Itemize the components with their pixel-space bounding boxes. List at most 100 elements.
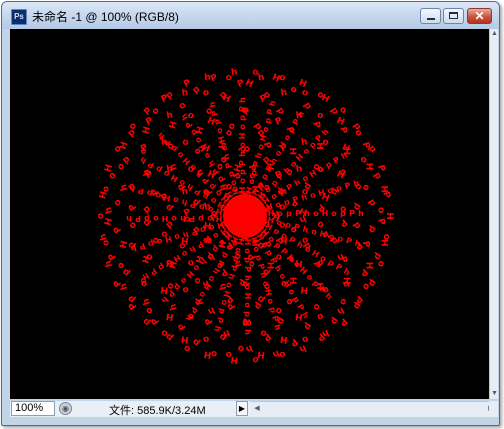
svg-text:P: P bbox=[375, 217, 387, 227]
svg-text:H: H bbox=[119, 141, 131, 151]
artwork-spoke-char: P bbox=[293, 222, 301, 232]
minimize-icon bbox=[427, 18, 435, 20]
artwork-spoke-char: o bbox=[238, 142, 247, 148]
artwork-spoke-char: H bbox=[221, 290, 231, 299]
artwork-spoke-char: p bbox=[335, 183, 343, 193]
svg-text:P: P bbox=[177, 320, 189, 331]
artwork-spoke-char: h bbox=[226, 273, 236, 281]
artwork-spoke-char: p bbox=[238, 169, 247, 175]
artwork-spoke-char: P bbox=[190, 227, 198, 237]
svg-text:h: h bbox=[168, 302, 179, 311]
artwork-spoke-char: P bbox=[215, 316, 225, 324]
artwork-spoke-char: H bbox=[317, 188, 326, 198]
artwork-spoke-char: h bbox=[293, 177, 303, 188]
svg-text:o: o bbox=[360, 183, 371, 192]
artwork-spoke-char: o bbox=[286, 287, 297, 297]
svg-text:P: P bbox=[337, 126, 349, 136]
artwork-spoke-char: o bbox=[153, 214, 159, 223]
artwork-spoke-char: h bbox=[238, 151, 247, 157]
svg-text:o: o bbox=[202, 88, 210, 99]
status-menu-arrow[interactable]: ▶ bbox=[236, 401, 248, 416]
scroll-down-icon[interactable]: ▼ bbox=[490, 389, 499, 399]
svg-text:h: h bbox=[166, 111, 174, 122]
photoshop-icon[interactable]: Ps bbox=[11, 9, 27, 25]
svg-text:o: o bbox=[301, 333, 309, 344]
svg-text:P: P bbox=[127, 201, 139, 212]
resize-grip[interactable] bbox=[489, 401, 498, 417]
svg-text:o: o bbox=[225, 349, 233, 360]
svg-text:p: p bbox=[141, 203, 153, 215]
zoom-level-field[interactable]: 100% bbox=[11, 401, 55, 416]
artwork-spoke-char: p bbox=[263, 117, 273, 125]
circle-arrow-icon[interactable]: ◉ bbox=[59, 402, 72, 415]
artwork-spoke-char: h bbox=[243, 329, 252, 335]
vertical-scrollbar[interactable]: ▲ ▼ bbox=[489, 29, 498, 399]
svg-text:o: o bbox=[337, 297, 348, 306]
svg-text:h: h bbox=[244, 342, 254, 354]
minimize-button[interactable] bbox=[420, 8, 441, 24]
artwork-spoke-char: H bbox=[164, 234, 173, 244]
title-bar[interactable]: Ps 未命名 -1 @ 100% (RGB/8) ✕ bbox=[2, 2, 499, 29]
artwork-spoke-char: H bbox=[238, 133, 247, 140]
svg-text:H: H bbox=[203, 348, 212, 359]
artwork-spoke-char: p bbox=[336, 234, 344, 244]
artwork-spoke-char: o bbox=[173, 232, 181, 242]
svg-text:h: h bbox=[206, 304, 216, 316]
document-canvas[interactable]: HopPhoHopPhoHopPhoHopPHopPhoHopPhoHopPho… bbox=[10, 29, 489, 399]
svg-text:P: P bbox=[310, 121, 322, 131]
svg-text:o: o bbox=[139, 148, 149, 154]
svg-text:p: p bbox=[366, 224, 378, 235]
horizontal-scrollbar[interactable]: ◀ ▶ bbox=[250, 401, 498, 417]
svg-text:P: P bbox=[107, 250, 119, 261]
artwork-spoke-char: H bbox=[243, 293, 252, 300]
artwork-spoke-char: h bbox=[188, 244, 198, 255]
scroll-up-icon[interactable]: ▲ bbox=[490, 29, 499, 39]
artwork-spoke-char: P bbox=[334, 262, 344, 273]
svg-text:P: P bbox=[209, 73, 220, 85]
artwork-spoke-char: h bbox=[320, 127, 331, 138]
artwork-spoke-char: H bbox=[322, 209, 329, 218]
svg-text:P: P bbox=[274, 116, 285, 128]
svg-text:p: p bbox=[275, 106, 287, 117]
close-icon: ✕ bbox=[474, 9, 485, 23]
svg-text:P: P bbox=[203, 315, 215, 326]
artwork-spoke-char: P bbox=[349, 209, 355, 218]
artwork-spoke-char: p bbox=[144, 214, 150, 223]
artwork-spoke-char: o bbox=[265, 297, 275, 305]
svg-text:o: o bbox=[337, 105, 348, 117]
svg-text:o: o bbox=[316, 311, 324, 322]
artwork-spoke-char: p bbox=[340, 209, 346, 218]
artwork-spoke-char: p bbox=[254, 254, 264, 262]
svg-text:o: o bbox=[310, 302, 321, 311]
svg-text:H: H bbox=[141, 125, 153, 135]
artwork-spoke-char: P bbox=[238, 106, 247, 112]
artwork-spoke-char: P bbox=[193, 186, 203, 197]
artwork-spoke-char: h bbox=[302, 225, 310, 235]
scroll-left-icon[interactable]: ◀ bbox=[252, 402, 262, 416]
artwork-spoke-char: o bbox=[243, 284, 252, 290]
artwork-spoke-char: p bbox=[147, 239, 155, 249]
svg-text:h: h bbox=[98, 232, 109, 241]
svg-text:H: H bbox=[165, 311, 174, 322]
artwork-spoke-char: P bbox=[189, 214, 195, 223]
svg-text:h: h bbox=[231, 67, 239, 78]
artwork-spoke-char: H bbox=[217, 135, 227, 144]
svg-text:o: o bbox=[279, 73, 287, 84]
artwork-spoke-char: o bbox=[171, 214, 177, 223]
artwork-spoke-char: P bbox=[345, 236, 353, 246]
svg-text:H: H bbox=[300, 284, 309, 295]
svg-text:H: H bbox=[181, 333, 190, 344]
svg-text:H: H bbox=[363, 163, 373, 171]
artwork-spoke-char: P bbox=[149, 266, 159, 277]
svg-text:o: o bbox=[112, 197, 124, 208]
artwork-spoke-char: h bbox=[358, 209, 364, 218]
artwork-spoke-char: P bbox=[138, 241, 146, 251]
artwork-spoke-char: p bbox=[215, 174, 226, 184]
close-button[interactable]: ✕ bbox=[467, 8, 492, 24]
artwork-spoke-char: H bbox=[162, 214, 169, 223]
svg-text:o: o bbox=[360, 282, 371, 291]
maximize-button[interactable] bbox=[443, 8, 464, 24]
svg-text:h: h bbox=[104, 206, 115, 215]
artwork-spoke-char: o bbox=[193, 135, 204, 145]
artwork-spoke-char: h bbox=[138, 155, 148, 166]
